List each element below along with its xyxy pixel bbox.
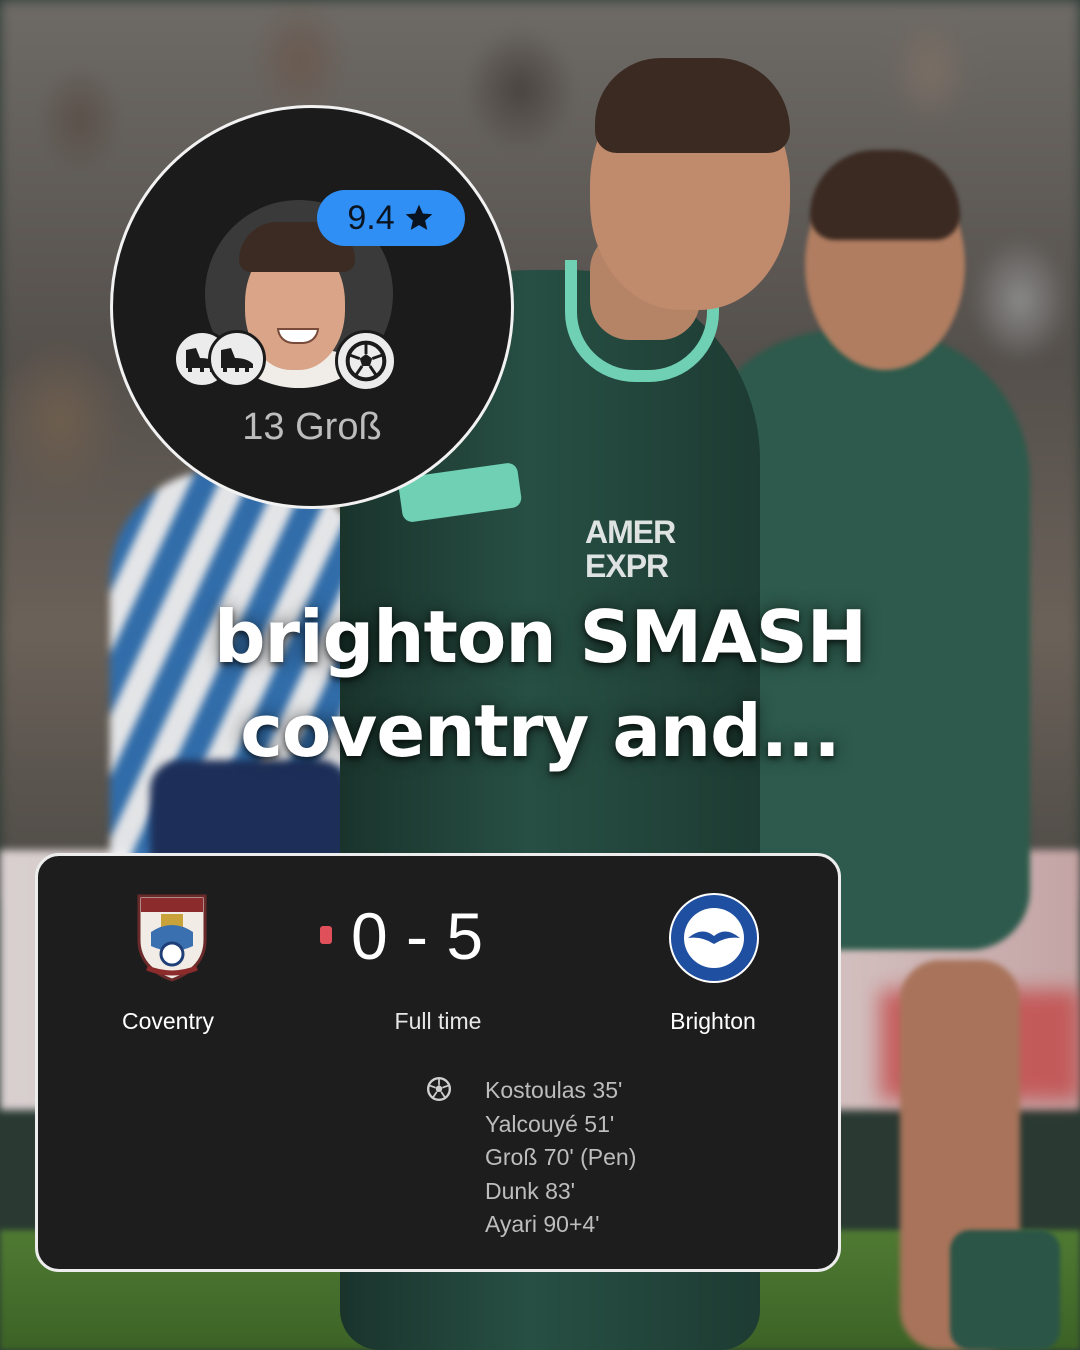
headline-line: brighton SMASH [213, 595, 867, 679]
football-icon [335, 330, 397, 392]
headline: brighton SMASH coventry and... [0, 590, 1080, 778]
goal-scorer: Yalcouyé 51' [485, 1110, 615, 1137]
brighton-player-right-sock [950, 1230, 1060, 1350]
shirt-sponsor-line: EXPR [585, 548, 669, 584]
star-icon [405, 204, 432, 230]
match-score: 0 - 5 [351, 899, 484, 973]
shirt-sponsor-line: AMER [585, 514, 676, 550]
match-status: Full time [394, 1008, 482, 1034]
home-team-name: Coventry [121, 1008, 215, 1034]
coventry-crest-icon [137, 894, 207, 982]
goal-scorers-list: Kostoulas 35' Yalcouyé 51' Groß 70' (Pen… [485, 1074, 636, 1242]
rating-pill: 9.4 [317, 190, 465, 246]
away-team-name: Brighton [670, 1008, 756, 1034]
brighton-player-main-hair [595, 58, 790, 153]
brighton-crest-icon [669, 893, 759, 983]
goal-scorer: Groß 70' (Pen) [485, 1144, 637, 1170]
goal-scorer: Ayari 90+4' [485, 1211, 600, 1237]
football-icon [426, 1076, 452, 1102]
shirt-sponsor: AMER EXPR [585, 514, 676, 584]
match-status-indicator [320, 926, 332, 944]
player-rating-card: 9.4 13 Groß [110, 105, 514, 509]
goal-scorer: Kostoulas 35' [485, 1077, 623, 1103]
rating-value: 9.4 [347, 198, 395, 237]
match-score-card: Coventry 0 - 5 Full time Brighton Kostou… [35, 853, 841, 1272]
goal-scorer: Dunk 83' [485, 1177, 576, 1204]
player-number-name: 13 Groß [242, 406, 382, 448]
boot-icon [208, 330, 266, 388]
headline-line: coventry and... [240, 689, 841, 773]
